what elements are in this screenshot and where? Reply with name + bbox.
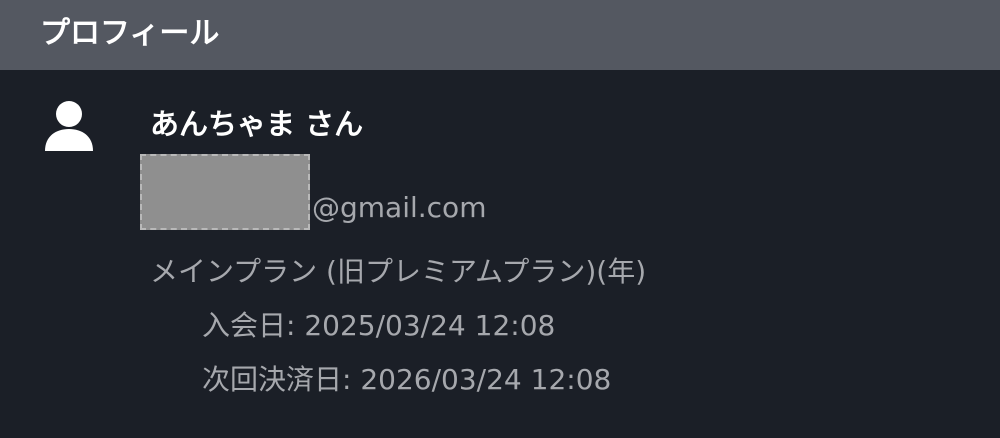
profile-header: プロフィール — [0, 0, 1000, 70]
next-billing-value: 2026/03/24 12:08 — [360, 363, 612, 396]
user-icon-svg — [45, 101, 93, 151]
subscription-plan: メインプラン (旧プレミアムプラン)(年) — [150, 255, 647, 288]
user-icon — [40, 98, 98, 154]
next-billing-row: 次回決済日: 2026/03/24 12:08 — [202, 362, 611, 398]
join-date-value: 2025/03/24 12:08 — [304, 309, 556, 342]
join-date-row: 入会日: 2025/03/24 12:08 — [202, 308, 555, 344]
page-title: プロフィール — [40, 16, 220, 51]
user-name: あんちゃま さん — [150, 107, 364, 141]
next-billing-label: 次回決済日: — [202, 363, 352, 396]
email-redaction-mask — [140, 154, 310, 230]
email-domain: @gmail.com — [312, 191, 487, 224]
join-date-label: 入会日: — [202, 309, 296, 342]
profile-page: プロフィール あんちゃま さん @gmail.com メインプラン (旧プレミア… — [0, 0, 1000, 438]
